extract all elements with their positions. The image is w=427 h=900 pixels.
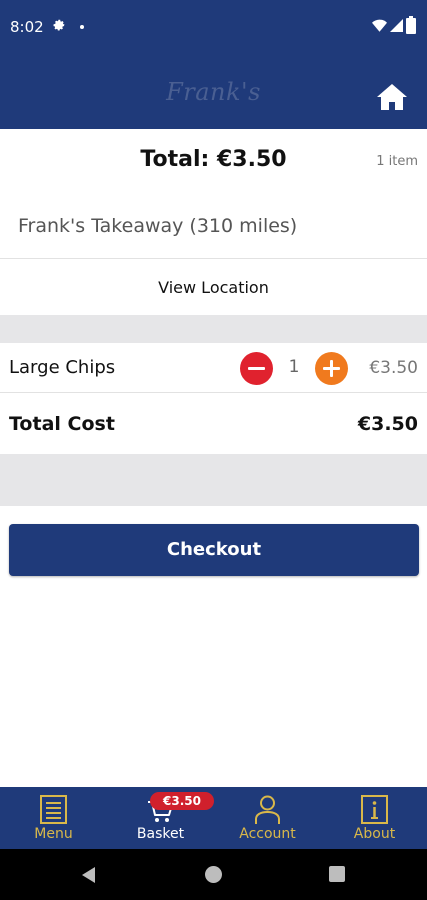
item-count: 1 item bbox=[376, 154, 418, 169]
notification-dot-icon bbox=[80, 25, 84, 29]
battery-icon bbox=[406, 16, 416, 34]
user-icon bbox=[255, 795, 280, 824]
total-cost-value: €3.50 bbox=[357, 413, 418, 435]
tab-label-basket: Basket bbox=[136, 826, 185, 842]
basket-item-row: Large Chips 1 €3.50 bbox=[0, 343, 427, 393]
basket-total-header: Total: €3.50 1 item bbox=[0, 129, 427, 191]
basket-total-badge: €3.50 bbox=[150, 792, 214, 810]
item-name: Large Chips bbox=[9, 357, 116, 378]
section-divider bbox=[0, 315, 427, 343]
checkout-button[interactable]: Checkout bbox=[9, 524, 419, 576]
recents-icon[interactable] bbox=[329, 866, 345, 882]
item-quantity: 1 bbox=[288, 357, 300, 377]
increase-quantity-button[interactable] bbox=[315, 352, 348, 385]
wifi-icon bbox=[372, 19, 387, 32]
tab-label-account: Account bbox=[239, 826, 296, 842]
bottom-tab-bar: Menu Basket €3.50 Account About bbox=[0, 787, 427, 849]
tab-label-about: About bbox=[353, 826, 396, 842]
back-icon[interactable] bbox=[80, 866, 98, 884]
section-divider bbox=[0, 454, 427, 506]
status-bar: 8:02 bbox=[0, 0, 427, 56]
info-icon bbox=[361, 795, 388, 824]
menu-icon bbox=[40, 795, 67, 824]
store-name: Frank's Takeaway (310 miles) bbox=[18, 215, 298, 237]
basket-total-title: Total: €3.50 bbox=[140, 147, 287, 172]
item-price: €3.50 bbox=[369, 358, 418, 378]
store-info: Frank's Takeaway (310 miles) bbox=[0, 191, 427, 259]
tab-label-menu: Menu bbox=[34, 826, 73, 842]
signal-icon bbox=[390, 19, 403, 32]
total-cost-label: Total Cost bbox=[9, 413, 115, 435]
tab-menu[interactable]: Menu bbox=[0, 787, 107, 849]
status-time: 8:02 bbox=[10, 18, 44, 36]
brand-logo: Frank's bbox=[166, 78, 261, 106]
decrease-quantity-button[interactable] bbox=[240, 352, 273, 385]
tab-about[interactable]: About bbox=[321, 787, 427, 849]
tab-account[interactable]: Account bbox=[214, 787, 321, 849]
gear-icon bbox=[53, 19, 65, 31]
view-location-link[interactable]: View Location bbox=[0, 260, 427, 315]
home-icon[interactable] bbox=[376, 83, 408, 111]
home-circle-icon[interactable] bbox=[205, 866, 222, 883]
system-nav-bar bbox=[0, 849, 427, 900]
total-cost-row: Total Cost €3.50 bbox=[0, 394, 427, 454]
app-bar: Frank's bbox=[0, 56, 427, 129]
